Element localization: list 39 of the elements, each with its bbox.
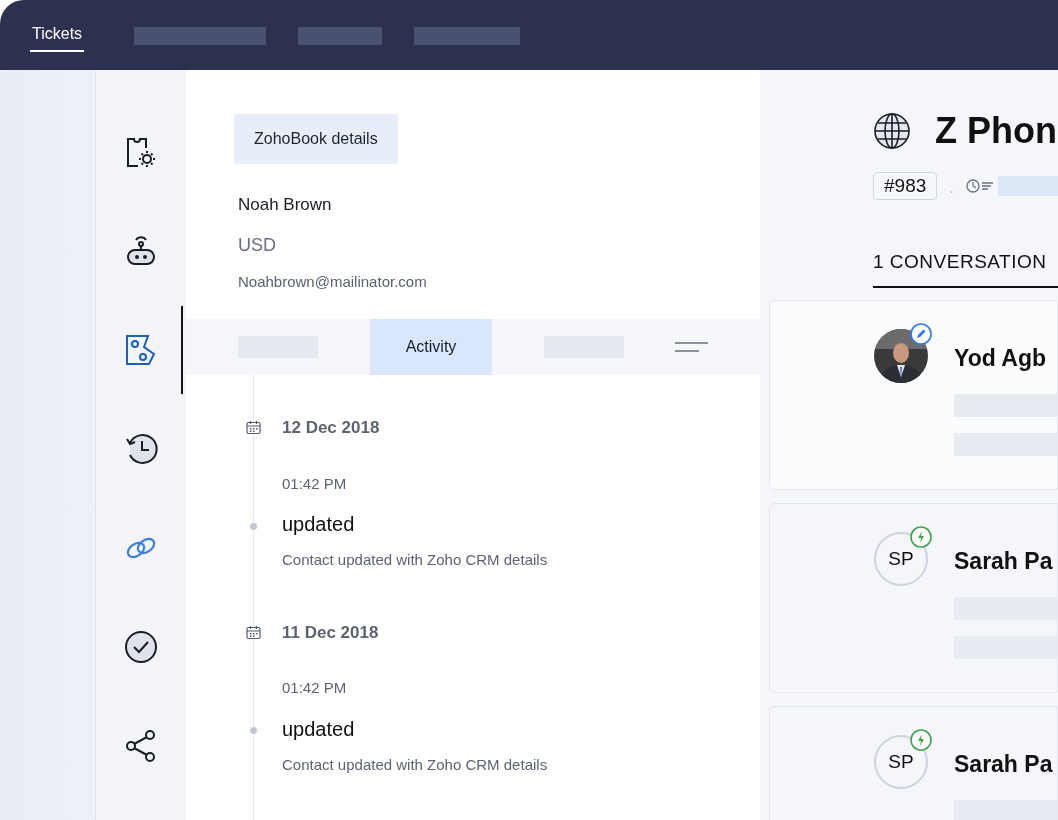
activity-time: 01:42 PM	[282, 473, 348, 494]
sender-name: Sarah Pa	[954, 547, 1054, 576]
activity-description: Contact updated with Zoho CRM details	[282, 754, 549, 775]
sender-name: Sarah Pa	[954, 750, 1054, 779]
robot-icon[interactable]	[124, 233, 158, 268]
history-icon[interactable]	[124, 431, 158, 466]
activity-date: 11 Dec 2018	[282, 621, 379, 644]
contact-name: Noah Brown	[238, 194, 332, 216]
sender-name: Yod Agb	[954, 344, 1047, 373]
menu-icon[interactable]	[675, 342, 708, 352]
currency-text: USD	[238, 233, 276, 257]
nav-tab[interactable]: Tickets	[30, 22, 85, 52]
activity-action: updated	[282, 512, 355, 537]
avatar-initials: SP	[874, 532, 928, 586]
activity-time: 01:42 PM	[282, 678, 348, 698]
zohobook-details-button[interactable]: ZohoBook details	[234, 114, 398, 164]
conversation-tab[interactable]: 1 CONVERSATION	[873, 244, 1058, 288]
activity-action: updated	[282, 716, 355, 742]
calendar-icon	[246, 624, 261, 640]
activity-date: 12 Dec 2018	[282, 417, 380, 439]
email-text: Noahbrown@mailinator.com	[238, 271, 427, 292]
conversation-card[interactable]: Yod Agb	[769, 300, 1058, 490]
books-icon[interactable]	[124, 332, 158, 367]
ticket-title: Z Phon	[935, 113, 1057, 149]
globe-icon	[873, 112, 911, 150]
conversation-card[interactable]: SP Sarah Pa	[769, 503, 1058, 693]
check-circle-icon[interactable]	[124, 629, 158, 664]
calendar-icon	[246, 420, 261, 436]
activity-description: Contact updated with Zoho CRM details	[282, 550, 549, 570]
conversation-card[interactable]: SP Sarah Pa	[769, 706, 1058, 820]
clock-icon	[965, 179, 994, 193]
share-icon[interactable]	[124, 728, 158, 763]
lightning-badge-icon	[910, 729, 932, 751]
avatar-initials: SP	[874, 735, 928, 789]
separator-dot: .	[949, 178, 954, 198]
panel-tab[interactable]: Activity	[370, 319, 492, 375]
lightning-badge-icon	[910, 526, 932, 548]
pencil-badge-icon	[910, 323, 932, 345]
ticket-number: #983	[873, 172, 938, 200]
